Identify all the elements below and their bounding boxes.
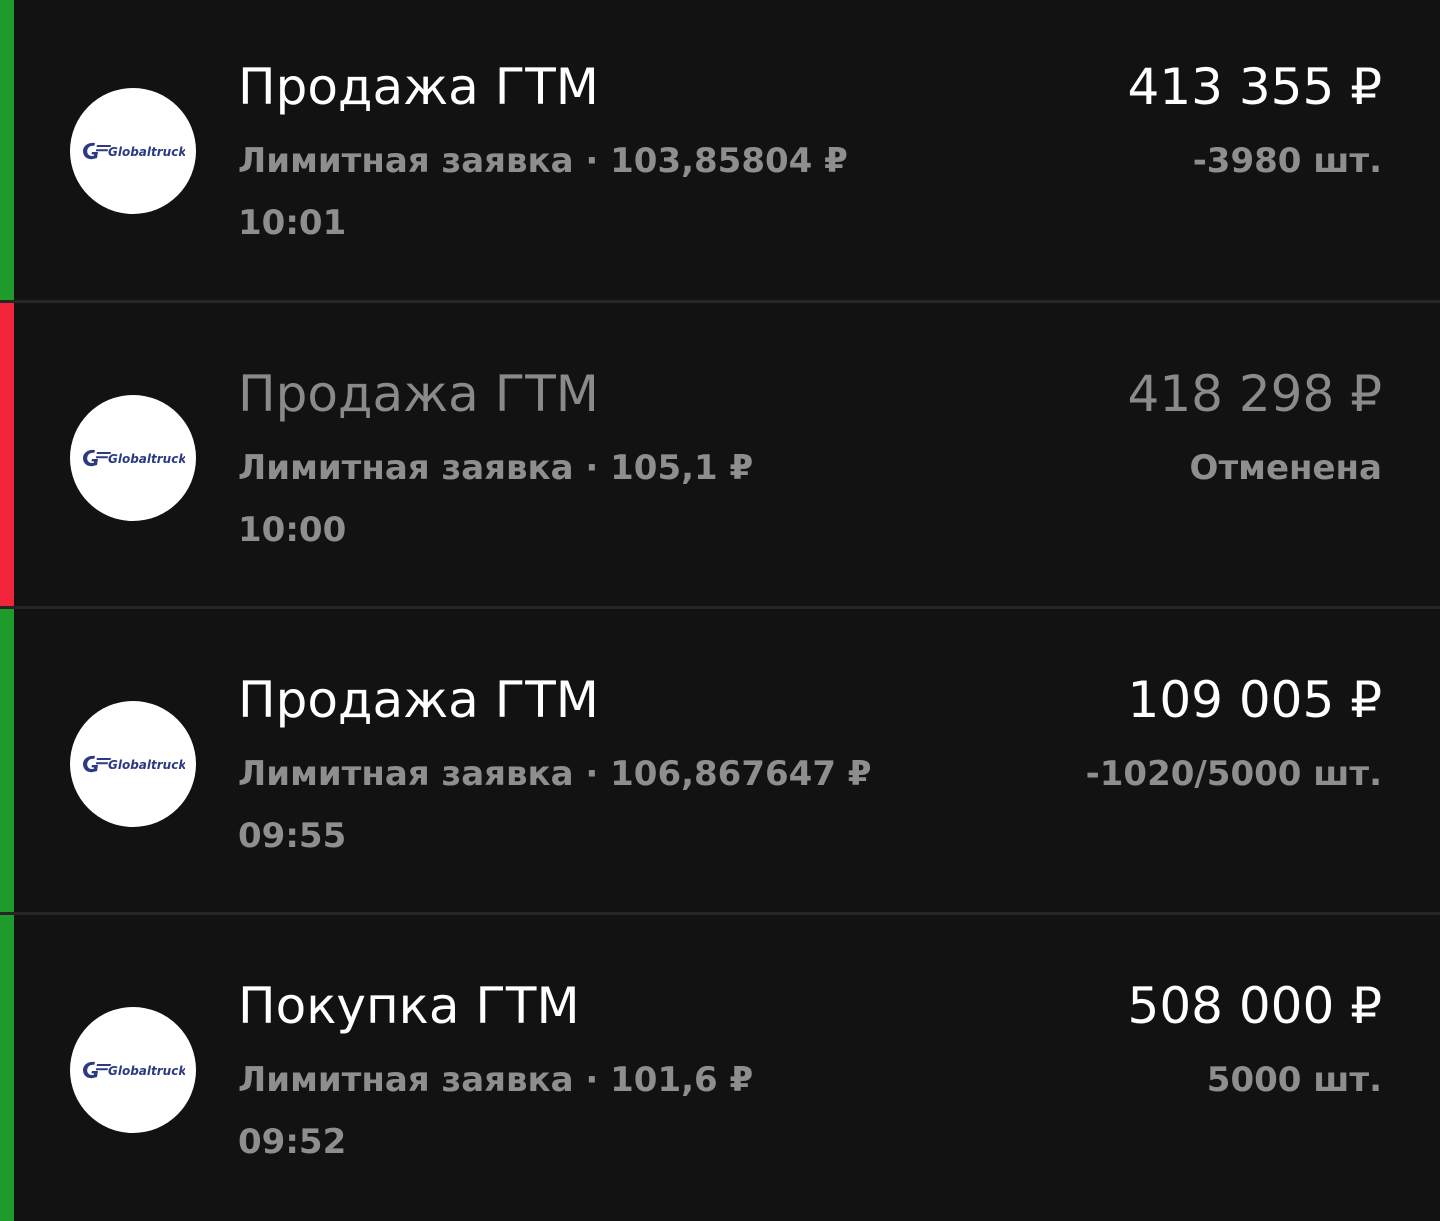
order-amount: 508 000 ₽ — [1127, 977, 1382, 1035]
order-quantity: -1020/5000 шт. — [1085, 754, 1382, 794]
order-row[interactable]: Globaltruck Покупка ГТМ Лимитная заявка … — [0, 915, 1440, 1221]
order-time: 09:52 — [238, 1122, 347, 1162]
order-type-price: Лимитная заявка · 105,1 ₽ — [238, 448, 754, 488]
svg-text:Globaltruck: Globaltruck — [108, 145, 185, 159]
svg-text:Globaltruck: Globaltruck — [108, 758, 185, 772]
order-time: 10:00 — [238, 510, 347, 550]
status-bar — [0, 303, 14, 606]
order-amount: 413 355 ₽ — [1127, 58, 1382, 116]
order-row[interactable]: Globaltruck Продажа ГТМ Лимитная заявка … — [0, 609, 1440, 912]
order-title: Продажа ГТМ — [238, 58, 599, 116]
order-quantity: -3980 шт. — [1192, 141, 1382, 181]
row-divider — [0, 300, 1440, 303]
order-amount: 418 298 ₽ — [1127, 365, 1382, 423]
order-type-price: Лимитная заявка · 103,85804 ₽ — [238, 141, 848, 181]
order-title: Продажа ГТМ — [238, 365, 599, 423]
order-status: Отменена — [1189, 448, 1382, 488]
order-type-price: Лимитная заявка · 106,867647 ₽ — [238, 754, 872, 794]
svg-text:Globaltruck: Globaltruck — [108, 452, 185, 466]
row-divider — [0, 912, 1440, 915]
order-type-price: Лимитная заявка · 101,6 ₽ — [238, 1060, 754, 1100]
order-time: 09:55 — [238, 816, 347, 856]
status-bar — [0, 609, 14, 912]
order-list: Globaltruck Продажа ГТМ Лимитная заявка … — [0, 0, 1440, 1221]
order-title: Продажа ГТМ — [238, 671, 599, 729]
row-divider — [0, 606, 1440, 609]
svg-text:Globaltruck: Globaltruck — [108, 1064, 185, 1078]
order-row[interactable]: Globaltruck Продажа ГТМ Лимитная заявка … — [0, 0, 1440, 300]
order-quantity: 5000 шт. — [1206, 1060, 1382, 1100]
globaltruck-logo-icon: Globaltruck — [70, 88, 196, 214]
status-bar — [0, 915, 14, 1221]
order-time: 10:01 — [238, 203, 347, 243]
globaltruck-logo-icon: Globaltruck — [70, 701, 196, 827]
status-bar — [0, 0, 14, 300]
globaltruck-logo-icon: Globaltruck — [70, 1007, 196, 1133]
globaltruck-logo-icon: Globaltruck — [70, 395, 196, 521]
order-amount: 109 005 ₽ — [1127, 671, 1382, 729]
order-title: Покупка ГТМ — [238, 977, 580, 1035]
order-row[interactable]: Globaltruck Продажа ГТМ Лимитная заявка … — [0, 303, 1440, 606]
